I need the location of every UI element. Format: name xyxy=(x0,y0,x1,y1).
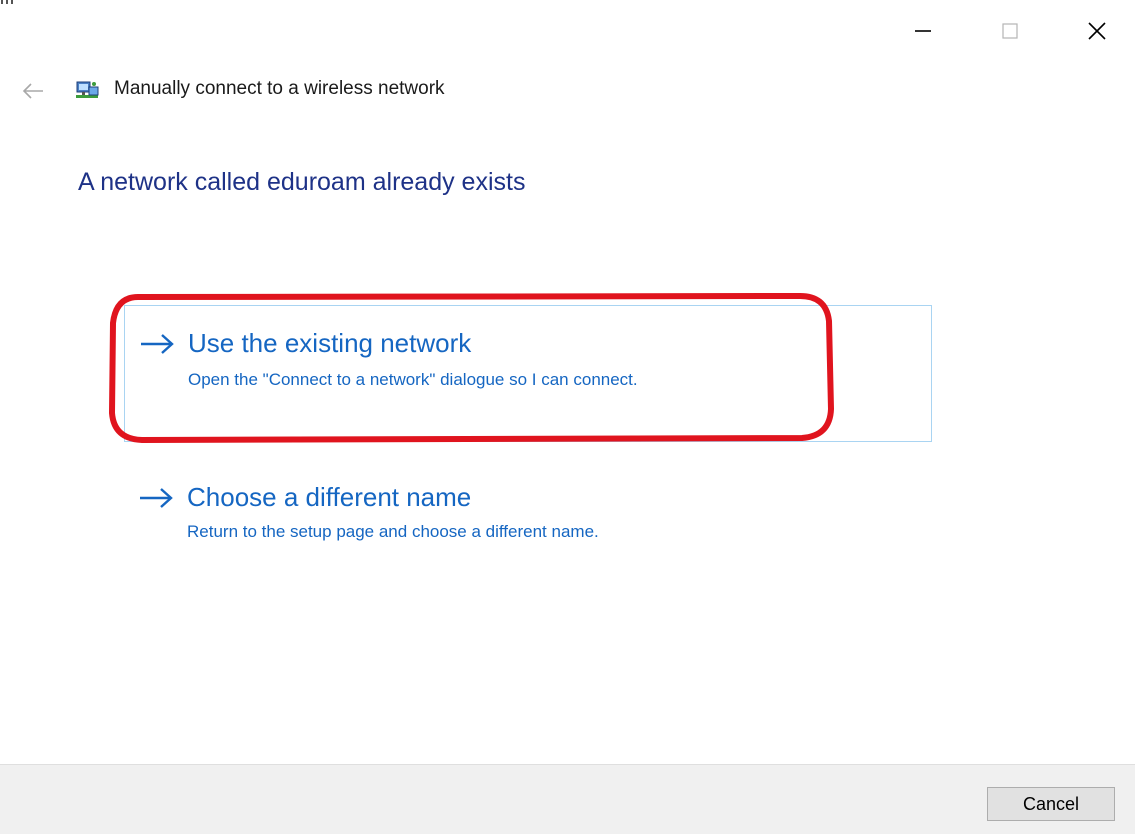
option-description: Open the "Connect to a network" dialogue… xyxy=(188,370,638,389)
option-title: Use the existing network xyxy=(188,328,472,358)
wizard-window: Manually connect to a wireless network A… xyxy=(0,0,1135,834)
maximize-icon xyxy=(1002,23,1018,39)
minimize-button[interactable] xyxy=(900,8,946,54)
wireless-network-icon xyxy=(76,81,99,98)
back-button[interactable] xyxy=(20,78,46,104)
close-button[interactable] xyxy=(1074,8,1120,54)
choose-different-name-option[interactable]: Choose a different name Return to the se… xyxy=(124,470,932,560)
option-title: Choose a different name xyxy=(187,482,472,512)
page-heading: A network called eduroam already exists xyxy=(78,168,526,196)
maximize-button[interactable] xyxy=(987,8,1033,54)
right-arrow-icon xyxy=(140,488,173,508)
window-title: Manually connect to a wireless network xyxy=(114,78,445,99)
minimize-icon xyxy=(915,30,931,32)
footer-bar: Cancel xyxy=(0,764,1135,834)
option-description: Return to the setup page and choose a di… xyxy=(187,522,599,541)
use-existing-network-option[interactable]: Use the existing network Open the "Conne… xyxy=(124,305,932,442)
close-icon xyxy=(1088,22,1106,40)
back-arrow-icon xyxy=(22,83,43,99)
corner-artifact xyxy=(1,0,13,4)
cancel-button[interactable]: Cancel xyxy=(987,787,1115,821)
right-arrow-icon xyxy=(141,334,174,354)
